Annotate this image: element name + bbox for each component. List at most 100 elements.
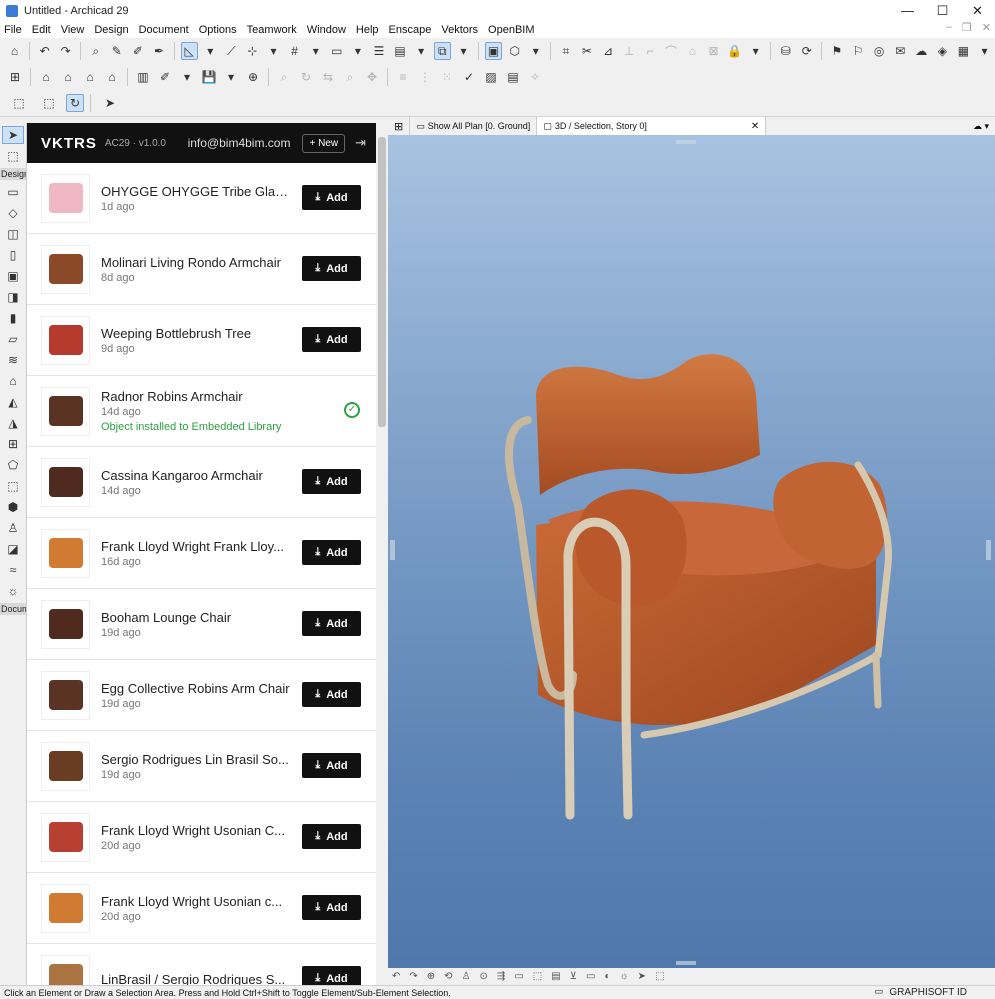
sun-icon[interactable]: ☼	[620, 971, 629, 982]
tab-floor-plan[interactable]: ▭ Show All Plan [0. Ground]	[410, 117, 538, 135]
inject-icon[interactable]: ✒	[150, 42, 167, 60]
save-view-icon[interactable]: 💾	[200, 68, 218, 86]
filter-icon[interactable]: ⊻	[570, 971, 577, 982]
array-icon[interactable]: ⁙	[438, 68, 456, 86]
arrow-tool-icon[interactable]: ➤	[97, 94, 123, 112]
lock-icon[interactable]: 🔒	[726, 42, 743, 60]
add-object-button[interactable]: ⤓ Add	[302, 824, 361, 849]
door-tool-icon[interactable]: ◫	[2, 225, 24, 243]
dropdown-icon[interactable]: ▾	[265, 42, 282, 60]
menu-help[interactable]: Help	[356, 24, 379, 36]
3d-view-icon[interactable]: ⬡	[506, 42, 523, 60]
graphisoft-id-link[interactable]: GRAPHISOFT ID	[889, 987, 967, 998]
zone-tool-icon[interactable]: ⬚	[2, 477, 24, 495]
object-list-item[interactable]: Radnor Robins Armchair 14d ago Object inst…	[27, 376, 376, 447]
undo-icon[interactable]: ↶	[36, 42, 53, 60]
section-box-icon[interactable]: ⬚	[533, 971, 542, 982]
close-window-button[interactable]: ✕	[960, 0, 995, 21]
arrow-tool-icon[interactable]: ➤	[2, 126, 24, 144]
column-tool-icon[interactable]: ▮	[2, 309, 24, 327]
zoom-in-view-icon[interactable]: ⊕	[427, 971, 435, 982]
armchair-model[interactable]	[388, 135, 995, 968]
add-object-button[interactable]: ⤓ Add	[302, 327, 361, 352]
align-icon[interactable]: ≡	[394, 68, 412, 86]
pen-sets-icon[interactable]: ✐	[156, 68, 174, 86]
menu-window[interactable]: Window	[307, 24, 346, 36]
layers-icon[interactable]: ☰	[370, 42, 387, 60]
home-icon[interactable]: ⌂	[6, 42, 23, 60]
tab-3d-view[interactable]: ▢ 3D / Selection, Story 0] ✕	[537, 117, 767, 135]
tag-icon[interactable]: ◈	[934, 42, 951, 60]
georef-icon[interactable]: ⊕	[244, 68, 262, 86]
3d-viewport[interactable]	[388, 135, 995, 968]
library-icon[interactable]: ⛁	[777, 42, 794, 60]
drag-icon[interactable]: ✥	[363, 68, 381, 86]
explode-icon[interactable]: ⊠	[705, 42, 722, 60]
zoom-icon[interactable]: ⌕	[341, 68, 359, 86]
pick-up-icon[interactable]: ✎	[108, 42, 125, 60]
dropdown-icon[interactable]: ▾	[747, 42, 764, 60]
building-materials-icon[interactable]: ⌂	[37, 68, 55, 86]
offset-icon[interactable]: ⌒	[663, 42, 680, 60]
window-tool-icon[interactable]: ▯	[2, 246, 24, 264]
distribute-icon[interactable]: ⋮	[416, 68, 434, 86]
eyedropper-icon[interactable]: ✐	[129, 42, 146, 60]
dropdown-icon[interactable]: ▾	[307, 42, 324, 60]
marquee-plan-icon[interactable]: ⬚	[6, 94, 32, 112]
dropdown-icon[interactable]: ▾	[455, 42, 472, 60]
issue-icon[interactable]: ✉	[892, 42, 909, 60]
dropdown-icon[interactable]: ▾	[202, 42, 219, 60]
shell-tool-icon[interactable]: ◭	[2, 393, 24, 411]
dropdown-icon[interactable]: ▾	[178, 68, 196, 86]
doc-close-icon[interactable]: ✕	[982, 21, 991, 34]
object-list-item[interactable]: OHYGGE OHYGGE Tribe Glare... 1d ago ⤓ Add	[27, 163, 376, 234]
profiles-icon[interactable]: ⌂	[81, 68, 99, 86]
fillet-icon[interactable]: ⌐	[642, 42, 659, 60]
gravity-icon[interactable]: ▭	[328, 42, 345, 60]
stair-tool-icon[interactable]: ◨	[2, 288, 24, 306]
wand-icon[interactable]: ✧	[526, 68, 544, 86]
fit-view-icon[interactable]: ⊙	[480, 971, 488, 982]
floor-plan-icon[interactable]: ▣	[484, 42, 503, 60]
skylight-tool-icon[interactable]: ◮	[2, 414, 24, 432]
beam-tool-icon[interactable]: ▱	[2, 330, 24, 348]
redo-icon[interactable]: ↷	[57, 42, 74, 60]
model-view-icon[interactable]: ▥	[134, 68, 152, 86]
zoom-in-icon[interactable]: ⌕	[275, 68, 293, 86]
composites-icon[interactable]: ⌂	[103, 68, 121, 86]
cutaway-icon[interactable]: ▭	[514, 971, 523, 982]
elevate-icon[interactable]: ⌂	[684, 42, 701, 60]
dropdown-icon[interactable]: ▾	[976, 42, 993, 60]
navigator-icon[interactable]: ⬚	[655, 971, 664, 982]
add-object-button[interactable]: ⤓ Add	[302, 611, 361, 636]
shadow-icon[interactable]: ◐	[604, 971, 610, 982]
object-list-item[interactable]: Sergio Rodrigues Lin Brasil So... 19d ago…	[27, 731, 376, 802]
object-list-item[interactable]: Molinari Living Rondo Armchair 8d ago ⤓ Add	[27, 234, 376, 305]
doc-restore-icon[interactable]: ❐	[962, 21, 972, 34]
fly-icon[interactable]: ⇶	[497, 971, 505, 982]
adjust-icon[interactable]: ⊿	[599, 42, 616, 60]
slab-tool-icon[interactable]: ◇	[2, 204, 24, 222]
wall-tool-icon[interactable]: ▭	[2, 183, 24, 201]
tab-overview-icon[interactable]: ⊞	[388, 117, 411, 135]
add-object-button[interactable]: ⤓ Add	[302, 256, 361, 281]
orbit-icon[interactable]: ⟲	[444, 971, 452, 982]
menu-openbim[interactable]: OpenBIM	[488, 24, 534, 36]
curtain-wall-icon[interactable]: ⊞	[2, 435, 24, 453]
logout-icon[interactable]: ⇥	[355, 135, 366, 151]
menu-vektors[interactable]: Vektors	[441, 24, 478, 36]
object-list-item[interactable]: Egg Collective Robins Arm Chair 19d ago ⤓ A…	[27, 660, 376, 731]
structure-icon[interactable]: ⌂	[59, 68, 77, 86]
object-list-item[interactable]: Frank Lloyd Wright Usonian C... 20d ago ⤓ A…	[27, 802, 376, 873]
menu-file[interactable]: File	[4, 24, 22, 36]
trim-icon[interactable]: ⌗	[557, 42, 574, 60]
person-tool-icon[interactable]: ♙	[2, 519, 24, 537]
object-list-item[interactable]: Cassina Kangaroo Armchair 14d ago ⤓ Add	[27, 447, 376, 518]
scrollbar-thumb[interactable]	[378, 137, 386, 427]
dropdown-icon[interactable]: ▾	[222, 68, 240, 86]
renovation-icon[interactable]: ▤	[392, 42, 409, 60]
globe-icon[interactable]: ◎	[871, 42, 888, 60]
tab-options-icon[interactable]: ☁ ▾	[967, 117, 995, 135]
intersect-icon[interactable]: ⊥	[621, 42, 638, 60]
toolbox-document-label[interactable]: Docum	[0, 603, 26, 615]
